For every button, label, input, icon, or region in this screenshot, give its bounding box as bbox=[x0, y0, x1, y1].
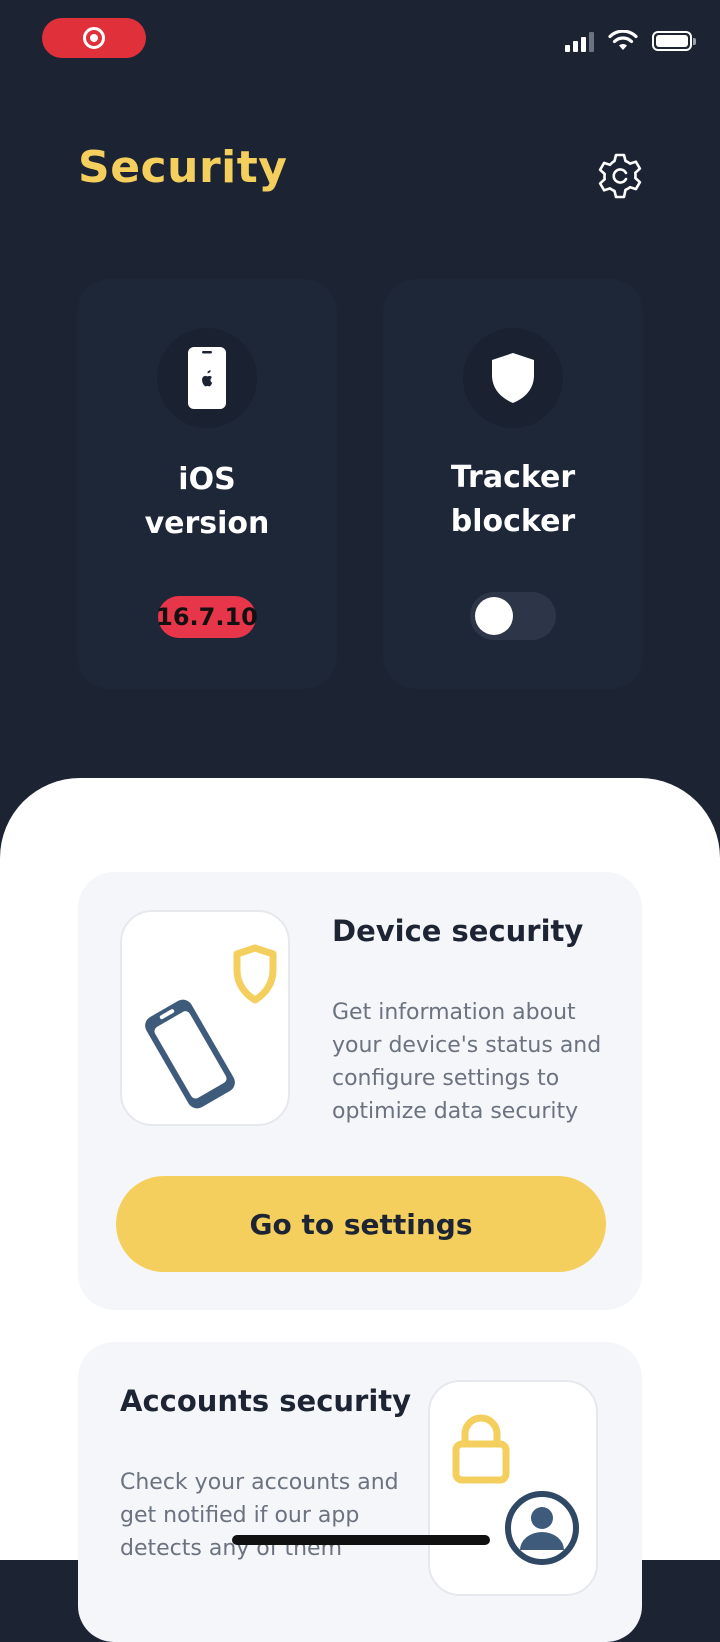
ios-version-tile[interactable]: iOS version 16.7.10 bbox=[78, 280, 336, 688]
record-icon bbox=[83, 27, 105, 49]
page-title: Security bbox=[78, 142, 288, 193]
screen-recording-indicator[interactable] bbox=[42, 18, 146, 58]
home-indicator[interactable] bbox=[232, 1535, 490, 1545]
lock-user-icon bbox=[452, 1414, 579, 1565]
toggle-knob bbox=[475, 597, 513, 635]
accounts-security-title: Accounts security bbox=[120, 1384, 412, 1418]
cellular-signal-icon bbox=[565, 30, 594, 52]
tracker-blocker-label: Tracker blocker bbox=[450, 460, 576, 539]
device-security-card: Device security Get information about yo… bbox=[78, 872, 642, 1310]
tracker-blocker-tile[interactable]: Tracker blocker bbox=[384, 280, 642, 688]
settings-button[interactable] bbox=[592, 148, 648, 204]
tracker-blocker-toggle[interactable] bbox=[470, 592, 556, 640]
shield-icon-container bbox=[463, 328, 563, 428]
iphone-icon bbox=[188, 347, 226, 409]
ios-icon-container bbox=[157, 328, 257, 428]
accounts-security-illustration bbox=[428, 1380, 598, 1596]
accounts-security-card[interactable]: Accounts security Check your accounts an… bbox=[78, 1342, 642, 1642]
device-security-title: Device security bbox=[332, 914, 584, 948]
gear-icon bbox=[598, 153, 642, 199]
wifi-icon bbox=[608, 30, 638, 50]
ios-version-badge: 16.7.10 bbox=[156, 596, 258, 638]
shield-icon bbox=[492, 353, 534, 403]
status-icons bbox=[565, 30, 696, 52]
ios-version-label: iOS version bbox=[144, 462, 270, 541]
battery-icon bbox=[652, 31, 696, 51]
device-security-illustration bbox=[120, 910, 290, 1126]
device-security-description: Get information about your device's stat… bbox=[332, 1000, 602, 1124]
phone-shield-icon bbox=[145, 944, 277, 1109]
go-to-settings-button[interactable]: Go to settings bbox=[116, 1176, 606, 1272]
accounts-security-description: Check your accounts and get notified if … bbox=[120, 1470, 399, 1561]
